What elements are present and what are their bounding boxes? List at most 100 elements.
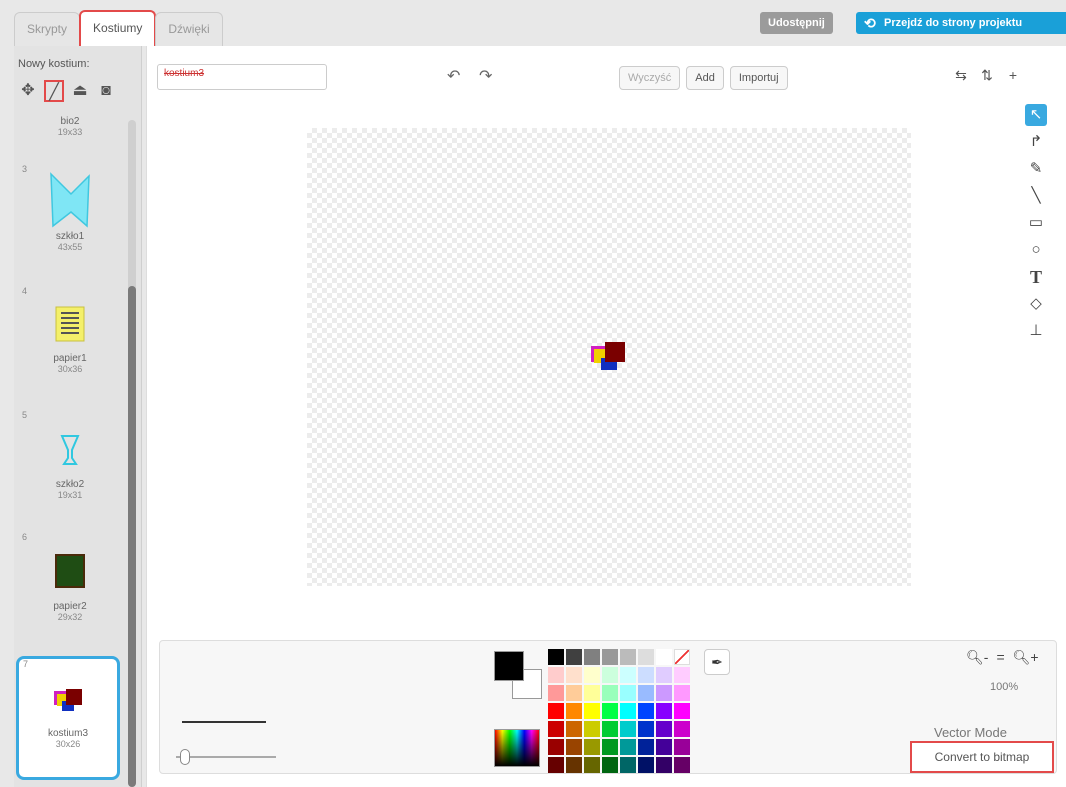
upload-icon[interactable]: ⏏ bbox=[70, 80, 90, 102]
palette-swatch[interactable] bbox=[584, 703, 600, 719]
pencil-icon[interactable]: ✎ bbox=[1025, 158, 1047, 180]
text-icon[interactable]: T bbox=[1025, 266, 1047, 288]
palette-swatch[interactable] bbox=[548, 685, 564, 701]
costume-item[interactable]: 3 szkło1 43x55 bbox=[18, 164, 122, 284]
palette-swatch[interactable] bbox=[656, 739, 672, 755]
costume-name-input[interactable]: kostium3 bbox=[157, 64, 327, 90]
palette-swatch[interactable] bbox=[566, 649, 582, 665]
palette-swatch[interactable] bbox=[548, 703, 564, 719]
palette-swatch[interactable] bbox=[584, 667, 600, 683]
palette-swatch[interactable] bbox=[620, 685, 636, 701]
select-arrow-icon[interactable]: ↖ bbox=[1025, 104, 1047, 126]
reshape-icon[interactable]: ↱ bbox=[1025, 131, 1047, 153]
scrollbar-thumb[interactable] bbox=[128, 286, 136, 787]
palette-swatch[interactable] bbox=[656, 703, 672, 719]
project-page-button[interactable]: ⟲ Przejdź do strony projektu bbox=[856, 12, 1066, 34]
palette-swatch[interactable] bbox=[638, 739, 654, 755]
palette-swatch[interactable] bbox=[674, 703, 690, 719]
costume-item-selected[interactable]: 7 kostium3 30x26 bbox=[16, 656, 120, 780]
palette-swatch[interactable] bbox=[566, 667, 582, 683]
costume-item[interactable]: 5 szkło2 19x31 bbox=[18, 410, 122, 530]
palette-swatch[interactable] bbox=[638, 649, 654, 665]
flip-horizontal-icon[interactable]: ⇆ bbox=[951, 64, 971, 86]
color-spectrum[interactable] bbox=[494, 729, 540, 767]
palette-swatch[interactable] bbox=[566, 739, 582, 755]
palette-swatch[interactable] bbox=[638, 703, 654, 719]
rectangle-icon[interactable]: ▭ bbox=[1025, 212, 1047, 234]
costume-item[interactable]: 6 papier2 29x32 bbox=[18, 532, 122, 652]
palette-swatch[interactable] bbox=[548, 739, 564, 755]
stroke-width-slider-knob[interactable] bbox=[180, 749, 190, 765]
convert-to-bitmap-button[interactable]: Convert to bitmap bbox=[910, 741, 1054, 773]
palette-swatch[interactable] bbox=[584, 721, 600, 737]
palette-swatch[interactable] bbox=[602, 667, 618, 683]
camera-icon[interactable]: ◙ bbox=[96, 80, 116, 102]
palette-swatch[interactable] bbox=[620, 757, 636, 773]
tab-scripts[interactable]: Skrypty bbox=[14, 12, 81, 46]
palette-swatch[interactable] bbox=[674, 685, 690, 701]
line-icon[interactable]: ╲ bbox=[1025, 185, 1047, 207]
palette-swatch[interactable] bbox=[548, 649, 564, 665]
tab-costumes[interactable]: Kostiumy bbox=[79, 10, 157, 46]
palette-swatch[interactable] bbox=[602, 685, 618, 701]
palette-swatch[interactable] bbox=[674, 667, 690, 683]
palette-swatch[interactable] bbox=[674, 721, 690, 737]
paint-new-icon[interactable]: ╱ bbox=[44, 80, 64, 102]
palette-swatch[interactable] bbox=[674, 649, 690, 665]
paintbrush-icon[interactable]: ✥ bbox=[18, 80, 38, 102]
palette-swatch[interactable] bbox=[638, 757, 654, 773]
zoom-reset-icon[interactable]: = bbox=[996, 649, 1004, 666]
palette-swatch[interactable] bbox=[548, 667, 564, 683]
palette-swatch[interactable] bbox=[602, 757, 618, 773]
palette-swatch[interactable] bbox=[674, 739, 690, 755]
share-button[interactable]: Udostępnij bbox=[760, 12, 833, 34]
palette-swatch[interactable] bbox=[566, 685, 582, 701]
palette-swatch[interactable] bbox=[548, 721, 564, 737]
add-button[interactable]: Add bbox=[686, 66, 724, 90]
palette-swatch[interactable] bbox=[566, 757, 582, 773]
palette-swatch[interactable] bbox=[566, 703, 582, 719]
palette-swatch[interactable] bbox=[620, 703, 636, 719]
fill-bucket-icon[interactable]: ◇ bbox=[1025, 293, 1047, 315]
palette-swatch[interactable] bbox=[620, 649, 636, 665]
zoom-in-icon[interactable]: 🔍︎+ bbox=[1013, 649, 1039, 666]
clear-button[interactable]: Wyczyść bbox=[619, 66, 681, 90]
palette-swatch[interactable] bbox=[602, 721, 618, 737]
palette-swatch[interactable] bbox=[638, 721, 654, 737]
palette-swatch[interactable] bbox=[638, 685, 654, 701]
palette-swatch[interactable] bbox=[602, 739, 618, 755]
set-center-icon[interactable]: + bbox=[1003, 64, 1023, 86]
palette-swatch[interactable] bbox=[638, 667, 654, 683]
palette-swatch[interactable] bbox=[548, 757, 564, 773]
redo-icon[interactable]: ↷ bbox=[479, 66, 492, 86]
costume-list-scrollbar[interactable] bbox=[128, 120, 136, 787]
palette-swatch[interactable] bbox=[620, 721, 636, 737]
stamp-icon[interactable]: ⊥ bbox=[1025, 320, 1047, 342]
costume-item[interactable]: 4 papier1 30x36 bbox=[18, 286, 122, 406]
palette-swatch[interactable] bbox=[584, 757, 600, 773]
palette-swatch[interactable] bbox=[566, 721, 582, 737]
palette-swatch[interactable] bbox=[584, 739, 600, 755]
palette-swatch[interactable] bbox=[656, 667, 672, 683]
palette-swatch[interactable] bbox=[656, 685, 672, 701]
stroke-width-slider[interactable] bbox=[176, 756, 276, 758]
import-button[interactable]: Importuj bbox=[729, 66, 788, 90]
palette-swatch[interactable] bbox=[602, 649, 618, 665]
palette-swatch[interactable] bbox=[674, 757, 690, 773]
flip-vertical-icon[interactable]: ⇅ bbox=[977, 64, 997, 86]
palette-swatch[interactable] bbox=[656, 757, 672, 773]
palette-swatch[interactable] bbox=[656, 649, 672, 665]
palette-swatch[interactable] bbox=[584, 685, 600, 701]
zoom-out-icon[interactable]: 🔍︎- bbox=[966, 649, 988, 666]
eyedropper-icon[interactable]: ✒ bbox=[704, 649, 730, 675]
undo-icon[interactable]: ↶ bbox=[447, 66, 460, 86]
costume-item[interactable]: bio2 19x33 bbox=[18, 116, 122, 137]
palette-swatch[interactable] bbox=[620, 667, 636, 683]
ellipse-icon[interactable]: ○ bbox=[1025, 239, 1047, 261]
palette-swatch[interactable] bbox=[620, 739, 636, 755]
palette-swatch[interactable] bbox=[602, 703, 618, 719]
drawing-canvas[interactable] bbox=[307, 128, 911, 586]
palette-swatch[interactable] bbox=[656, 721, 672, 737]
palette-swatch[interactable] bbox=[584, 649, 600, 665]
tab-sounds[interactable]: Dźwięki bbox=[155, 12, 223, 46]
